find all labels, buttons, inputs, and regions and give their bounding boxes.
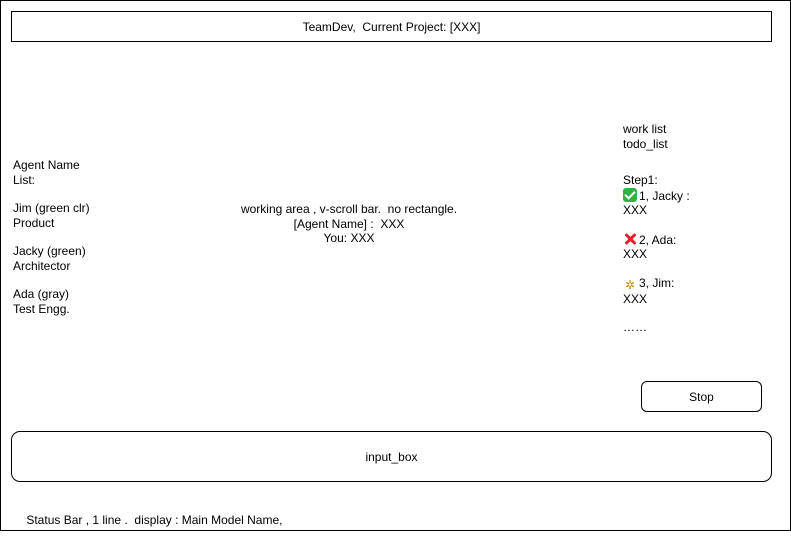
agent-item-jim[interactable]: Jim (green clr) Product [13, 201, 153, 230]
more-items-ellipsis: …… [623, 320, 647, 334]
status-bar-text: Status Bar , 1 line . display : Main Mod… [26, 513, 283, 527]
running-person-icon: ✲ [624, 277, 636, 292]
agent-list: Agent Name List: Jim (green clr) Product… [13, 158, 153, 316]
todo-item[interactable]: 2, Ada: XXX [623, 232, 783, 262]
todo-item[interactable]: 1, Jacky : XXX [623, 187, 783, 218]
work-list-label: work list [623, 122, 667, 136]
todo-item-title: 3, Jim: [639, 275, 675, 290]
status-bar: Status Bar , 1 line . display : Main Mod… [13, 499, 282, 541]
agent-message: [Agent Name] : XXX [293, 216, 405, 231]
agent-role: Test Engg. [13, 301, 70, 316]
input-box[interactable]: input_box [11, 431, 772, 482]
agent-item-ada[interactable]: Ada (gray) Test Engg. [13, 287, 153, 316]
working-area-description: working area , v-scroll bar. no rectangl… [240, 202, 458, 216]
app-window: TeamDev, Current Project: [XXX] Agent Na… [0, 0, 791, 531]
user-message: You: XXX [323, 231, 375, 245]
input-box-placeholder: input_box [365, 449, 418, 464]
todo-item-value: XXX [623, 291, 648, 306]
todo-item-title: 1, Jacky : [639, 188, 690, 203]
stop-button[interactable]: Stop [641, 381, 762, 412]
agent-item-jacky[interactable]: Jacky (green) Architector [13, 244, 153, 273]
working-area[interactable]: working area , v-scroll bar. no rectangl… [181, 202, 517, 246]
work-list-panel: work list todo_list Step1: 1, Jacky : XX… [623, 122, 783, 335]
step-heading: Step1: [623, 173, 658, 187]
todo-item-value: XXX [623, 247, 648, 261]
agent-role: Product [13, 215, 55, 230]
title-bar: TeamDev, Current Project: [XXX] [11, 11, 772, 42]
todo-item-value: XXX [623, 203, 648, 217]
title-text: TeamDev, Current Project: [XXX] [302, 19, 481, 34]
agent-name: Jacky (green) [13, 244, 86, 258]
todo-item-title: 2, Ada: [639, 232, 677, 247]
todo-item[interactable]: ✲ 3, Jim: XXX [623, 276, 783, 307]
check-mark-icon [623, 187, 637, 202]
cross-mark-icon [623, 232, 637, 246]
todo-list-label: todo_list [623, 136, 668, 151]
agent-name: Ada (gray) [13, 287, 70, 301]
agent-list-heading: Agent Name [13, 158, 80, 172]
agent-role: Architector [13, 258, 71, 273]
agent-list-heading-cont: List: [13, 172, 36, 187]
agent-name: Jim (green clr) [13, 201, 90, 215]
